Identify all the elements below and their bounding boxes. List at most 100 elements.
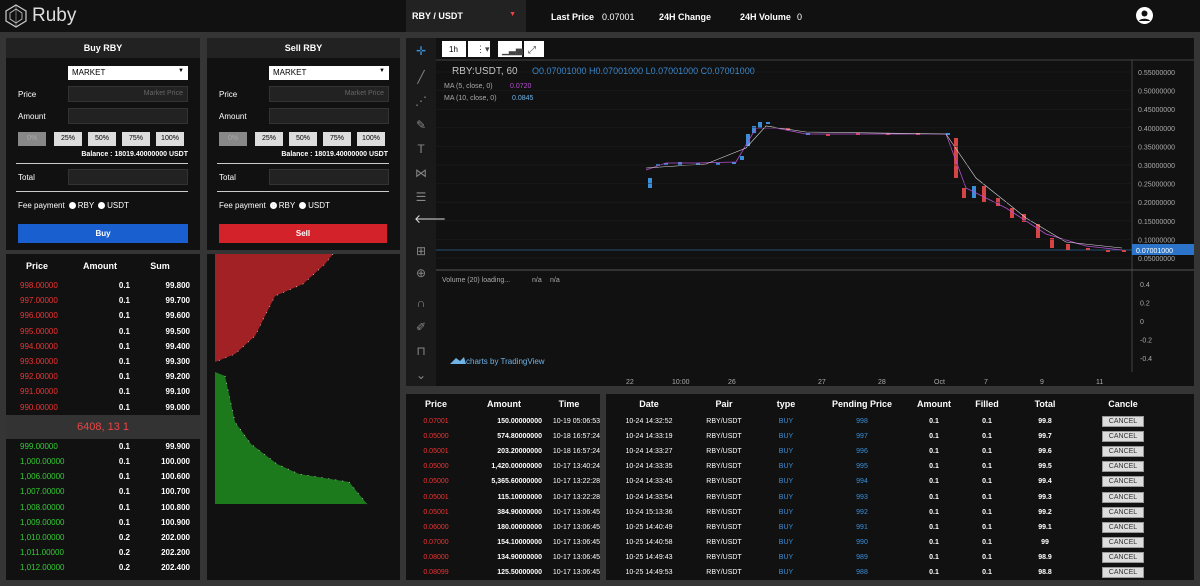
- cancel-button[interactable]: CANCEL: [1101, 521, 1145, 533]
- row-amount: 0.1: [118, 487, 130, 497]
- trade-row: 0.05000 1,420.00000000 10-17 13:40:24: [406, 459, 600, 474]
- trade-price: 0.05001: [423, 508, 449, 516]
- buy-price-input[interactable]: Market Price: [68, 86, 188, 102]
- cancel-button[interactable]: CANCEL: [1101, 446, 1145, 458]
- sell-amount-input[interactable]: [269, 108, 389, 124]
- order-cell-1: RBY/USDT: [706, 433, 742, 441]
- fee-usdt-radio[interactable]: [299, 202, 307, 210]
- row-sum: 100.900: [161, 517, 190, 527]
- fib-icon[interactable]: ☰: [414, 190, 428, 204]
- brush-icon[interactable]: ✎: [414, 118, 428, 132]
- fee-usdt-radio[interactable]: [98, 202, 106, 210]
- trade-history: Price Amount Time 0.07001 150.00000000 10-…: [406, 394, 600, 580]
- ask-row[interactable]: 994.00000 0.1 99.400: [6, 339, 200, 354]
- tradingview-branding[interactable]: charts by TradingView: [466, 357, 545, 366]
- bid-row[interactable]: 1,007.00000 0.1 100.700: [6, 484, 200, 499]
- trades-header: Price Amount Time: [406, 394, 600, 414]
- cancel-button[interactable]: CANCEL: [1101, 566, 1145, 578]
- order-cell-0: 10-25 14:49:53: [625, 568, 673, 576]
- volume-label: Volume (20) loading...: [442, 277, 510, 284]
- magnet-icon[interactable]: ∩: [414, 296, 428, 310]
- order-cell-5: 0.1: [982, 478, 992, 486]
- pitchfork-icon[interactable]: ⋰: [414, 94, 428, 108]
- trade-time: 10-17 13:06:45: [552, 538, 600, 546]
- order-cell-6: 99.8: [1038, 418, 1052, 426]
- fee-rby-radio[interactable]: [269, 202, 277, 210]
- buy-pct-50-button[interactable]: 50%: [88, 132, 116, 146]
- row-price: 992.00000: [20, 372, 58, 382]
- buy-button[interactable]: Buy: [18, 224, 188, 243]
- ask-row[interactable]: 991.00000 0.1 99.100: [6, 384, 200, 399]
- pattern-icon[interactable]: ⋈: [414, 166, 428, 180]
- sell-pct-50-button[interactable]: 50%: [289, 132, 317, 146]
- sell-button[interactable]: Sell: [219, 224, 387, 243]
- sell-pct-0-button[interactable]: 0%: [219, 132, 247, 146]
- order-cell-2: BUY: [778, 568, 794, 576]
- order-cell-6: 99.4: [1038, 478, 1052, 486]
- ask-row[interactable]: 990.00000 0.1 99.000: [6, 400, 200, 415]
- bid-row[interactable]: 1,008.00000 0.1 100.800: [6, 499, 200, 514]
- bid-row[interactable]: 999.00000 0.1 99.900: [6, 439, 200, 454]
- buy-pct-100-button[interactable]: 100%: [156, 132, 184, 146]
- back-arrow-icon[interactable]: 🡐: [414, 212, 446, 226]
- buy-amount-input[interactable]: [68, 108, 188, 124]
- measure-icon[interactable]: ⊞: [414, 244, 428, 258]
- buy-pct-25-button[interactable]: 25%: [54, 132, 82, 146]
- cancel-button[interactable]: CANCEL: [1101, 536, 1145, 548]
- pair-selector[interactable]: RBY / USDT ▼: [406, 0, 526, 32]
- buy-total-input[interactable]: [68, 169, 188, 185]
- sell-order-type-select[interactable]: MARKET ▼: [269, 66, 389, 80]
- sell-price-input[interactable]: Market Price: [269, 86, 389, 102]
- order-cell-5: 0.1: [982, 418, 992, 426]
- bid-row[interactable]: 1,012.00000 0.2 202.400: [6, 560, 200, 575]
- cancel-button[interactable]: CANCEL: [1101, 476, 1145, 488]
- ask-row[interactable]: 993.00000 0.1 99.300: [6, 354, 200, 369]
- sell-pct-75-button[interactable]: 75%: [323, 132, 351, 146]
- bid-row[interactable]: 1,000.00000 0.1 100.000: [6, 454, 200, 469]
- ask-row[interactable]: 998.00000 0.1 99.800: [6, 278, 200, 293]
- sell-total-input[interactable]: [269, 169, 389, 185]
- text-tool-icon[interactable]: T: [414, 142, 428, 156]
- fee-rby-radio[interactable]: [68, 202, 76, 210]
- bid-row[interactable]: 1,006.00000 0.1 100.600: [6, 469, 200, 484]
- sell-pct-100-button[interactable]: 100%: [357, 132, 385, 146]
- y-tick: 0.45000000: [1138, 107, 1175, 114]
- lock-icon[interactable]: ⊓: [414, 344, 428, 358]
- candle: [962, 188, 966, 198]
- cancel-button[interactable]: CANCEL: [1101, 461, 1145, 473]
- bid-row[interactable]: 1,010.00000 0.2 202.000: [6, 530, 200, 545]
- cancel-button[interactable]: CANCEL: [1101, 551, 1145, 563]
- ask-row[interactable]: 995.00000 0.1 99.500: [6, 324, 200, 339]
- cancel-button[interactable]: CANCEL: [1101, 506, 1145, 518]
- chart-symbol: RBY:USDT, 60: [452, 66, 518, 77]
- order-cell-1: RBY/USDT: [706, 493, 742, 501]
- order-cell-4: 0.1: [929, 433, 939, 441]
- row-sum: 99.700: [165, 296, 190, 306]
- row-amount: 0.2: [118, 563, 130, 573]
- vol-tick: 0: [1140, 319, 1144, 326]
- bid-row[interactable]: 1,009.00000 0.1 100.900: [6, 515, 200, 530]
- user-avatar-icon[interactable]: [1136, 7, 1153, 24]
- cancel-button[interactable]: CANCEL: [1101, 491, 1145, 503]
- bid-row[interactable]: 1,011.00000 0.2 202.200: [6, 545, 200, 560]
- crosshair-icon[interactable]: ✛: [414, 44, 428, 58]
- cancel-button[interactable]: CANCEL: [1101, 416, 1145, 428]
- trend-line-icon[interactable]: ╱: [414, 70, 428, 84]
- sell-pct-25-button[interactable]: 25%: [255, 132, 283, 146]
- order-cell-0: 10-24 15:13:36: [625, 508, 673, 516]
- buy-pct-75-button[interactable]: 75%: [122, 132, 150, 146]
- zoom-icon[interactable]: ⊕: [414, 266, 428, 280]
- trade-row: 0.08000 134.90000000 10-17 13:06:45: [406, 550, 600, 565]
- row-sum: 202.200: [161, 548, 190, 558]
- lock-drawing-icon[interactable]: ✐: [414, 320, 428, 334]
- buy-pct-0-button[interactable]: 0%: [18, 132, 46, 146]
- ask-row[interactable]: 992.00000 0.1 99.200: [6, 369, 200, 384]
- ask-row[interactable]: 996.00000 0.1 99.600: [6, 308, 200, 323]
- vol-tick: 0.2: [1140, 301, 1150, 308]
- ask-row[interactable]: 997.00000 0.1 99.700: [6, 293, 200, 308]
- row-amount: 0.1: [118, 311, 130, 321]
- trade-price: 0.07000: [423, 538, 449, 546]
- cancel-button[interactable]: CANCEL: [1101, 431, 1145, 443]
- buy-order-type-select[interactable]: MARKET ▼: [68, 66, 188, 80]
- chevron-down-icon[interactable]: ⌄: [414, 368, 428, 382]
